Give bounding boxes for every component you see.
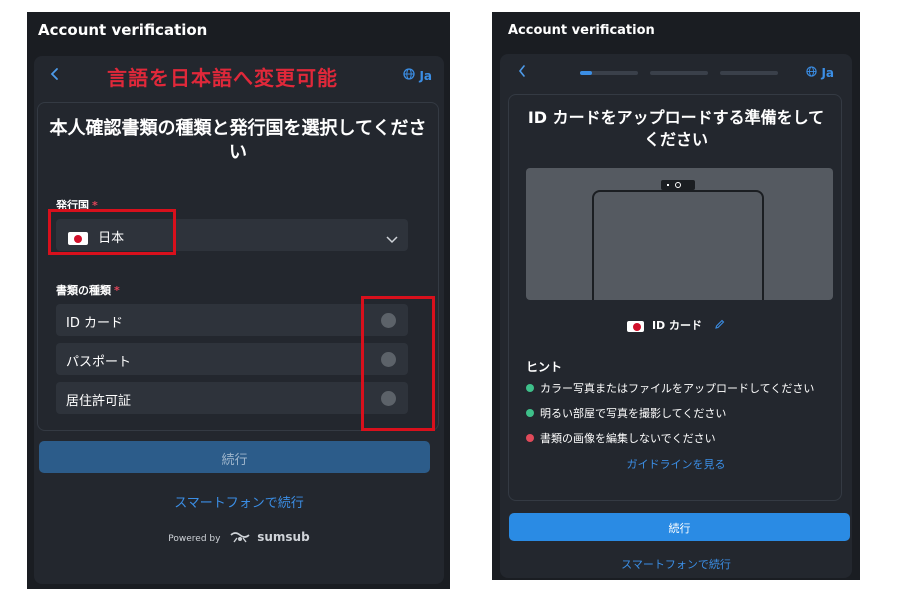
- doc-type-option-id-card[interactable]: ID カード: [56, 304, 408, 336]
- document-type-label: 書類の種類 *: [56, 284, 120, 297]
- continue-on-phone-link[interactable]: スマートフォンで続行: [500, 556, 852, 572]
- language-switcher[interactable]: Ja: [806, 66, 834, 80]
- back-button[interactable]: [518, 62, 526, 81]
- window-title: Account verification: [508, 23, 655, 38]
- error-circle-icon: [526, 434, 534, 442]
- progress-step-3: [720, 71, 778, 75]
- doc-type-option-passport[interactable]: パスポート: [56, 343, 408, 375]
- selected-document-tag: ID カード: [509, 317, 843, 333]
- progress-step-2: [650, 71, 708, 75]
- verification-widget: Ja ID カードをアップロードする準備をしてください ID カード ヒント カ…: [500, 54, 852, 578]
- hint-item: 書類の画像を編集しないでください: [526, 430, 716, 446]
- annotation-language-note: 言語を日本語へ変更可能: [107, 66, 338, 90]
- hint-item: 明るい部屋で写真を撮影してください: [526, 405, 726, 421]
- guidelines-link[interactable]: ガイドラインを見る: [509, 456, 843, 472]
- language-switcher[interactable]: Ja: [403, 68, 432, 83]
- chevron-down-icon: [386, 229, 398, 248]
- powered-by-text: Powered by: [168, 534, 221, 544]
- globe-icon: [806, 66, 818, 80]
- globe-icon: [403, 68, 416, 83]
- language-code: Ja: [821, 66, 834, 80]
- doc-type-option-residence-permit[interactable]: 居住許可証: [56, 382, 408, 414]
- right-verification-panel: Account verification Ja ID カードをアップロードする準…: [492, 12, 860, 580]
- continue-on-phone-link[interactable]: スマートフォンで続行: [34, 492, 444, 511]
- page-title: ID カードをアップロードする準備をしてください: [527, 108, 825, 149]
- chevron-left-icon: [518, 65, 525, 77]
- powered-by-footer: Powered by sumsub: [34, 530, 444, 546]
- continue-button[interactable]: 続行: [39, 441, 430, 473]
- language-code: Ja: [419, 69, 432, 83]
- hint-item: カラー写真またはファイルをアップロードしてください: [526, 380, 814, 396]
- option-label: ID カード: [66, 316, 123, 331]
- upload-instructions-card: ID カードをアップロードする準備をしてください ID カード ヒント カラー写…: [508, 94, 842, 501]
- annotation-box-country: [48, 209, 176, 255]
- chevron-left-icon: [50, 68, 58, 80]
- id-card-illustration: [526, 168, 833, 300]
- option-label: 居住許可証: [66, 394, 132, 409]
- sumsub-logo-icon: [229, 531, 251, 546]
- option-label: パスポート: [66, 355, 132, 370]
- progress-step-1: [580, 71, 638, 75]
- brand-name: sumsub: [257, 530, 310, 544]
- back-button[interactable]: [50, 66, 60, 85]
- window-title: Account verification: [38, 21, 208, 39]
- progress-step-fill: [580, 71, 592, 75]
- continue-button[interactable]: 続行: [509, 513, 850, 541]
- page-title: 本人確認書類の種類と発行国を選択してください: [49, 118, 427, 164]
- check-circle-icon: [526, 409, 534, 417]
- pencil-icon[interactable]: [714, 319, 725, 333]
- japan-flag-icon: [627, 320, 645, 332]
- camera-notch: [661, 180, 695, 190]
- annotation-box-radios: [361, 296, 435, 431]
- hints-title: ヒント: [526, 360, 563, 374]
- device-frame: [592, 190, 764, 300]
- check-circle-icon: [526, 384, 534, 392]
